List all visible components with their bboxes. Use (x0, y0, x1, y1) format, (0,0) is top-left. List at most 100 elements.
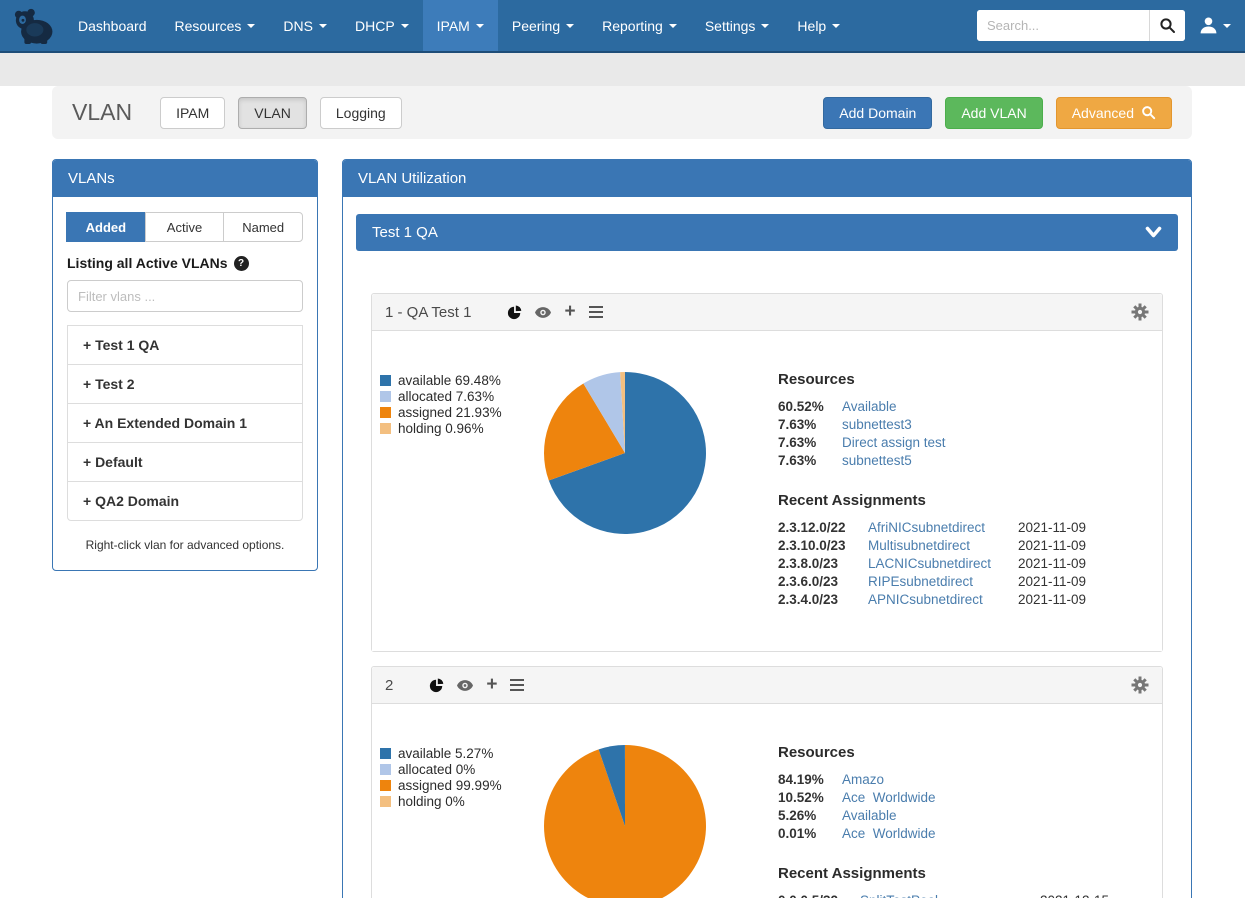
legend-row: holding 0.96% (380, 421, 522, 436)
assignment-block: 2.3.10.0/23 (778, 538, 868, 553)
pie-slice-assigned[interactable] (544, 745, 706, 898)
assignment-link[interactable]: APNICsubnetdirect (868, 592, 1018, 607)
legend-label: allocated 7.63% (398, 389, 494, 404)
resource-link[interactable]: Amazo (842, 772, 1152, 787)
assignment-link[interactable]: Multisubnetdirect (868, 538, 1018, 553)
nav-item[interactable]: Settings (691, 0, 784, 51)
legend-row: allocated 7.63% (380, 389, 522, 404)
assignment-link[interactable]: LACNICsubnetdirect (868, 556, 1018, 571)
vlan-filter-tab[interactable]: Added (66, 212, 146, 242)
plus-icon[interactable]: + (486, 678, 497, 692)
vlan-list-item[interactable]: + Test 2 (67, 364, 303, 404)
plus-icon[interactable]: + (564, 305, 575, 319)
resource-link[interactable]: Available (842, 808, 1152, 823)
domain-group-bar[interactable]: Test 1 QA (356, 214, 1178, 251)
view-tab[interactable]: VLAN (238, 97, 307, 129)
pie-chart-icon[interactable] (507, 305, 522, 320)
vlan-card-title: 2 (385, 677, 393, 694)
resource-link[interactable]: Ace Worldwide (842, 826, 1152, 841)
legend-label: available 5.27% (398, 746, 493, 761)
menu-bars-icon[interactable] (589, 306, 603, 318)
nav-item[interactable]: Peering (498, 0, 588, 51)
pie-legend: available 5.27% allocated 0% (380, 744, 522, 898)
help-icon[interactable]: ? (234, 256, 249, 271)
legend-row: assigned 21.93% (380, 405, 522, 420)
search-button[interactable] (1149, 10, 1185, 41)
vlan-card-header: 1 - QA Test 1 (372, 294, 1162, 331)
legend-swatch (380, 748, 391, 759)
resource-pct: 7.63% (778, 417, 842, 432)
vlan-card-header: 2 (372, 667, 1162, 704)
vlan-card-tools: + (429, 678, 524, 693)
sidebar-footnote: Right-click vlan for advanced options. (67, 538, 303, 552)
legend-label: holding 0.96% (398, 421, 484, 436)
assignment-date: 2021-11-09 (1018, 574, 1152, 589)
pie-legend: available 69.48% allocated 7.63% (380, 371, 522, 607)
chevron-down-icon (761, 24, 769, 28)
utilization-pie-chart[interactable] (543, 744, 707, 898)
nav-item-label: Help (797, 18, 826, 34)
user-menu[interactable] (1199, 16, 1231, 35)
top-navbar: Dashboard Resources DNS DHCP IPAM (0, 0, 1245, 53)
assignment-date: 2021-11-09 (1018, 538, 1152, 553)
nav-item[interactable]: Dashboard (64, 0, 161, 51)
eye-icon[interactable] (457, 680, 473, 691)
advanced-button[interactable]: Advanced (1056, 97, 1172, 129)
nav-item[interactable]: DHCP (341, 0, 423, 51)
main-nav: Dashboard Resources DNS DHCP IPAM (64, 0, 854, 51)
legend-label: available 69.48% (398, 373, 501, 388)
assignments-heading: Recent Assignments (778, 865, 1152, 882)
gear-icon[interactable] (1131, 676, 1149, 694)
nav-item-label: Settings (705, 18, 756, 34)
nav-item[interactable]: Resources (161, 0, 270, 51)
resource-link[interactable]: subnettest5 (842, 453, 1152, 468)
assignments-list: 2.3.12.0/22AfriNICsubnetdirect2021-11-09… (778, 520, 1152, 607)
resource-link[interactable]: Ace Worldwide (842, 790, 1152, 805)
vlan-list-item[interactable]: + Default (67, 442, 303, 482)
vlan-filter-tab[interactable]: Named (223, 212, 303, 242)
resource-pct: 84.19% (778, 772, 842, 787)
sidebar-heading: VLANs (53, 160, 317, 197)
chevron-down-icon (476, 24, 484, 28)
vlan-list-item[interactable]: + Test 1 QA (67, 325, 303, 365)
vlan-list-item[interactable]: + QA2 Domain (67, 481, 303, 521)
chevron-down-icon (669, 24, 677, 28)
resource-link[interactable]: subnettest3 (842, 417, 1152, 432)
assignment-link[interactable]: RIPEsubnetdirect (868, 574, 1018, 589)
eye-icon[interactable] (535, 307, 551, 318)
resource-link[interactable]: Available (842, 399, 1152, 414)
pie-chart-icon[interactable] (429, 678, 444, 693)
assignment-block: 2.3.6.0/23 (778, 574, 868, 589)
nav-item[interactable]: Help (783, 0, 854, 51)
listing-label-text: Listing all Active VLANs (67, 255, 228, 271)
legend-swatch (380, 764, 391, 775)
nav-item[interactable]: IPAM (423, 0, 498, 51)
chevron-down-icon (401, 24, 409, 28)
vlan-card: 2 (371, 666, 1163, 898)
legend-swatch (380, 407, 391, 418)
nav-item-label: Resources (175, 18, 242, 34)
view-tab[interactable]: IPAM (160, 97, 225, 129)
utilization-pie-chart[interactable] (543, 371, 707, 535)
add-domain-button[interactable]: Add Domain (823, 97, 932, 129)
vlan-filter-tab[interactable]: Active (145, 212, 225, 242)
vlan-list-item[interactable]: + An Extended Domain 1 (67, 403, 303, 443)
search-input[interactable] (977, 10, 1149, 41)
add-vlan-button[interactable]: Add VLAN (945, 97, 1042, 129)
nav-item[interactable]: Reporting (588, 0, 691, 51)
nav-item-label: DNS (283, 18, 313, 34)
view-tab[interactable]: Logging (320, 97, 402, 129)
chevron-down-icon[interactable] (1145, 226, 1162, 239)
vlan-filter-input[interactable] (67, 280, 303, 312)
navbar-right (977, 0, 1245, 51)
utilization-heading: VLAN Utilization (343, 160, 1191, 197)
panda-logo[interactable] (0, 0, 64, 51)
assignment-link[interactable]: AfriNICsubnetdirect (868, 520, 1018, 535)
nav-item[interactable]: DNS (269, 0, 341, 51)
assignment-link[interactable]: SplitTestPool (860, 893, 1040, 898)
resource-link[interactable]: Direct assign test (842, 435, 1152, 450)
gear-icon[interactable] (1131, 303, 1149, 321)
menu-bars-icon[interactable] (510, 679, 524, 691)
user-icon (1199, 16, 1218, 35)
nav-item-label: DHCP (355, 18, 395, 34)
